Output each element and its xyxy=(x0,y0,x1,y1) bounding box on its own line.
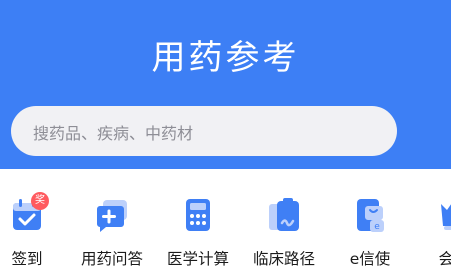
checkin-reward-badge: 奖 xyxy=(31,192,49,210)
tool-label: e信使 xyxy=(349,250,391,268)
member-icon xyxy=(441,204,451,230)
tool-label: 签到 xyxy=(11,250,43,268)
tool-label: 用药问答 xyxy=(80,250,143,268)
tool-label: 临床路径 xyxy=(252,250,315,268)
search-input[interactable]: 搜药品、疾病、中药材 xyxy=(11,106,397,156)
header-banner: 用药参考 搜药品、疾病、中药材 xyxy=(0,0,451,169)
tool-label: 会员 xyxy=(438,250,451,268)
calculator-icon xyxy=(186,199,210,231)
svg-text:e: e xyxy=(374,222,380,232)
clipboard-path-icon xyxy=(269,198,299,231)
page-title: 用药参考 xyxy=(151,38,300,78)
messenger-phone-icon: e xyxy=(357,199,384,232)
tool-member[interactable]: 会员 xyxy=(414,196,451,270)
tool-emessenger[interactable]: e e信使 xyxy=(330,196,410,270)
tool-qa[interactable]: 用药问答 xyxy=(72,196,152,270)
chat-plus-icon xyxy=(97,200,127,232)
tool-clinical-path[interactable]: 临床路径 xyxy=(244,196,324,270)
tool-calculator[interactable]: 医学计算 xyxy=(158,196,238,270)
tool-label: 医学计算 xyxy=(166,250,229,268)
